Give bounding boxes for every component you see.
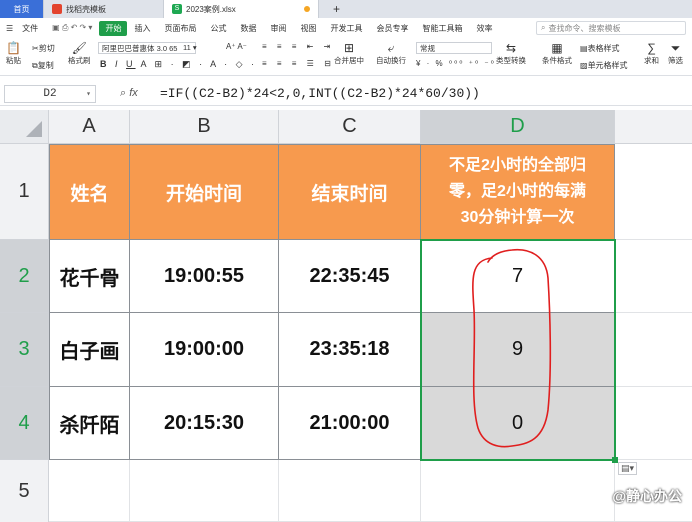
table-style-icon: ▤ [580,44,588,53]
menu-smart-toolbox[interactable]: 智能工具箱 [415,23,469,34]
docer-icon [52,4,62,14]
scissors-icon: ✂ [32,44,39,53]
number-format-buttons[interactable]: ¥ · % ⁰⁰⁰ ⁺⁰ ⁻⁰ [416,59,496,68]
menu-home[interactable]: 开始 [99,20,128,36]
conditional-label: 条件格式 [542,56,572,65]
menu-file[interactable]: 文件 [15,23,45,34]
formula-tools[interactable]: ⌕ fx [120,87,138,100]
wrap-icon: ⤶ [387,41,395,55]
annotation-ellipse [472,248,552,448]
menu-undo-icons[interactable]: ▣ ⎙ ↶ ↷ ▾ [45,23,99,33]
ribbon-home: 📋 粘贴 ✂剪切 ⧉复制 🖌 格式刷 阿里巴巴普惠体 3.0 65 11 ▾ A⁺ … [0,38,692,76]
filter-label: 筛选 [668,56,683,65]
tab-templates-label: 找稻壳模板 [66,4,106,14]
conditional-format-button[interactable]: ▦ 条件格式 [542,41,572,66]
spreadsheet-icon: S [172,4,182,14]
menu-bar: ☰ 文件 ▣ ⎙ ↶ ↷ ▾ 开始 插入 页面布局 公式 数据 审阅 视图 开发… [0,18,692,38]
zoom-icon: ⌕ [120,87,127,99]
cell-style-icon: ▨ [580,61,588,70]
copy-label: 复制 [37,61,54,70]
watermark: @静心办公 [612,488,682,504]
format-painter-button[interactable]: 🖌 格式刷 [68,41,91,66]
menu-page-layout[interactable]: 页面布局 [157,23,203,34]
sigma-icon: ∑ [647,41,656,55]
cut-button[interactable]: ✂剪切 [32,43,55,54]
menu-formulas[interactable]: 公式 [203,23,233,34]
menu-data[interactable]: 数据 [233,23,263,34]
menu-efficiency[interactable]: 效率 [469,23,499,34]
cell-style-button[interactable]: ▨单元格样式 [580,60,628,71]
formula-bar: D2 ▾ ⌕ fx =IF((C2-B2)*24<2,0,INT((C2-B2)*… [0,82,692,106]
font-size-select[interactable]: 11 ▾ [180,42,224,54]
name-box[interactable]: D2 ▾ [4,85,96,103]
command-search[interactable]: ⌕ 查找命令、搜索模板 [536,21,686,35]
convert-icon: ⇆ [505,41,517,55]
tab-strip: 首页 找稻壳模板 S 2023案例.xlsx + [0,0,692,18]
tab-templates[interactable]: 找稻壳模板 [44,0,164,18]
tab-home[interactable]: 首页 [0,0,44,18]
font-grow-shrink-buttons[interactable]: A⁺ A⁻ [226,42,247,51]
plus-icon: + [333,2,341,16]
filter-icon: ⏷ [670,41,681,55]
worksheet-grid: A B C D 1 2 3 4 5 姓名 开始时间 结束时间 不足2小时的全部归… [0,110,692,522]
copy-button[interactable]: ⧉复制 [32,60,54,71]
brush-icon: 🖌 [71,41,87,55]
unsaved-dot-icon [304,6,310,12]
new-tab-button[interactable]: + [319,0,354,18]
formula-input[interactable]: =IF((C2-B2)*24<2,0,INT((C2-B2)*24*60/30)… [160,86,480,101]
align-top-buttons[interactable]: ≡ ≡ ≡ ⇤ ⇥ [262,42,334,51]
cut-label: 剪切 [38,44,55,53]
menu-insert[interactable]: 插入 [127,23,157,34]
paste-label: 粘贴 [6,56,21,65]
conditional-icon: ▦ [551,41,563,55]
sum-button[interactable]: ∑ 求和 [644,41,659,66]
sum-label: 求和 [644,56,659,65]
align-horizontal-buttons[interactable]: ≡ ≡ ≡ ☰ ⊟ [262,59,335,68]
name-box-value: D2 [43,88,57,100]
type-convert-button[interactable]: ⇆ 类型转换 [496,41,526,66]
number-format-value: 常规 [420,44,435,53]
font-style-buttons[interactable]: B I U A ⊞ · ◩ · A · ◇ · [100,59,257,70]
search-placeholder: 查找命令、搜索模板 [548,23,621,33]
type-convert-label: 类型转换 [496,56,526,65]
merge-label: 合并居中 [334,56,364,65]
menu-review[interactable]: 审阅 [263,23,293,34]
tab-home-label: 首页 [13,4,30,14]
wrap-label: 自动换行 [376,56,406,65]
number-format-select[interactable]: 常规 [416,42,492,54]
paste-button[interactable]: 📋 粘贴 [6,41,21,66]
menu-member[interactable]: 会员专享 [369,23,415,34]
format-painter-label: 格式刷 [68,56,91,65]
chevron-down-icon: ▾ [86,90,91,99]
search-icon: ⌕ [541,23,546,32]
merge-icon: ⊞ [343,41,355,55]
wrap-text-button[interactable]: ⤶ 自动换行 [376,41,406,66]
cell-style-label: 单元格样式 [587,61,628,70]
menu-developer[interactable]: 开发工具 [323,23,369,34]
menu-hamburger-icon[interactable]: ☰ [0,24,15,33]
tab-workbook[interactable]: S 2023案例.xlsx [164,0,319,18]
fx-icon: fx [129,87,138,99]
paste-icon: 📋 [6,41,21,55]
table-style-label: 表格样式 [587,44,620,53]
font-size-value: 11 [183,43,191,52]
menu-view[interactable]: 视图 [293,23,323,34]
font-name-value: 阿里巴巴普惠体 3.0 65 [102,44,178,53]
merge-center-button[interactable]: ⊞ 合并居中 [334,41,364,66]
table-style-button[interactable]: ▤表格样式 [580,43,620,54]
tab-workbook-label: 2023案例.xlsx [186,4,236,14]
filter-button[interactable]: ⏷ 筛选 [668,41,683,66]
